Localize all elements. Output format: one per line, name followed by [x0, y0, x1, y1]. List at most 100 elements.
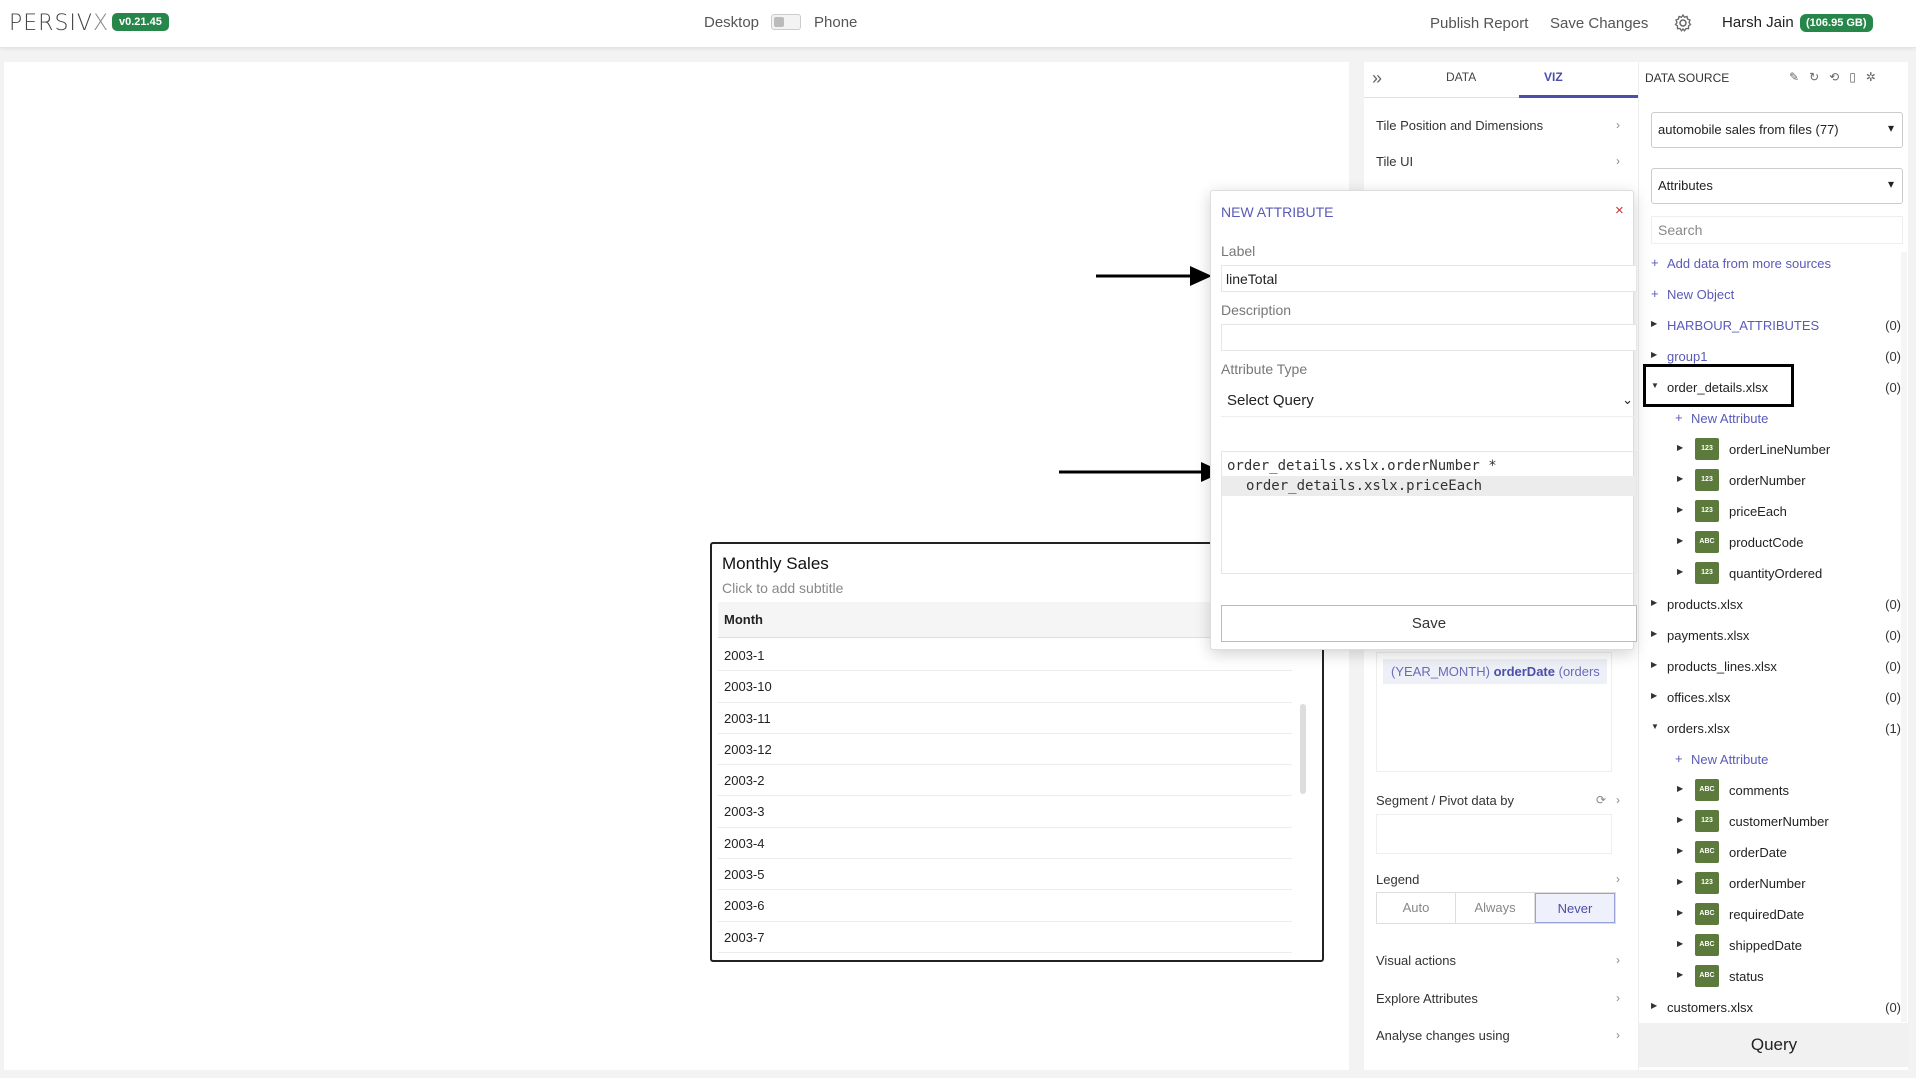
tile-position-row[interactable]: Tile Position and Dimensions › — [1376, 118, 1626, 133]
new-object-link[interactable]: + New Object — [1645, 283, 1901, 307]
tree-field[interactable]: ▶ 123 orderNumber — [1645, 872, 1901, 896]
device-toggle[interactable] — [771, 14, 801, 30]
gear-icon[interactable] — [1673, 13, 1693, 33]
table-row[interactable]: 2003-1 — [718, 640, 1292, 672]
new-attribute-modal: NEW ATTRIBUTE × Label lineTotal Descript… — [1210, 190, 1637, 650]
group-count: (0) — [1885, 1000, 1901, 1015]
tree-field[interactable]: ▶ ABC shippedDate — [1645, 934, 1901, 958]
device-phone-label[interactable]: Phone — [814, 14, 857, 31]
tree-group[interactable]: ▶ payments.xlsx (0) — [1645, 624, 1901, 648]
user-name[interactable]: Harsh Jain — [1722, 14, 1794, 31]
tree-field[interactable]: ▶ 123 orderNumber — [1645, 469, 1901, 493]
tree-field[interactable]: ▶ 123 customerNumber — [1645, 810, 1901, 834]
new-attribute-link[interactable]: + New Attribute — [1645, 748, 1901, 772]
tree-group[interactable]: ▶ HARBOUR_ATTRIBUTES (0) — [1645, 314, 1901, 338]
data-source-select[interactable]: automobile sales from files (77) ▾ — [1651, 112, 1903, 148]
sync-icon[interactable]: ⟲ — [1829, 70, 1849, 84]
query-editor[interactable]: order_details.xslx.orderNumber * order_d… — [1221, 451, 1637, 574]
tree-field[interactable]: ▶ ABC orderDate — [1645, 841, 1901, 865]
data-source-select-value: automobile sales from files (77) — [1658, 122, 1839, 137]
tree-group[interactable]: ▶ customers.xlsx (0) — [1645, 996, 1901, 1020]
report-canvas[interactable]: Monthly Sales Click to add subtitle Mont… — [4, 62, 1349, 1070]
file-icon[interactable]: ▯ — [1849, 70, 1866, 84]
table-row[interactable]: 2003-12 — [718, 734, 1292, 766]
tree-field[interactable]: ▶ ABC comments — [1645, 779, 1901, 803]
tree-group[interactable]: ▶ products.xlsx (0) — [1645, 593, 1901, 617]
numeric-type-icon: 123 — [1695, 810, 1719, 832]
tree-field[interactable]: ▶ 123 priceEach — [1645, 500, 1901, 524]
tile-subtitle[interactable]: Click to add subtitle — [722, 580, 843, 596]
tree-field[interactable]: ▶ ABC status — [1645, 965, 1901, 989]
tree-field[interactable]: ▶ ABC requiredDate — [1645, 903, 1901, 927]
tree-group[interactable]: ▼ orders.xlsx (1) — [1645, 717, 1901, 741]
attribute-type-dropdown[interactable]: Select Query ⌄ — [1221, 385, 1637, 417]
tree-field[interactable]: ▶ ABC productCode — [1645, 531, 1901, 555]
save-changes-button[interactable]: Save Changes — [1550, 15, 1648, 32]
table-row[interactable]: 2003-5 — [718, 859, 1292, 891]
caret-right-icon: ▶ — [1651, 350, 1658, 359]
segment-row[interactable]: Segment / Pivot data by ⟳ › — [1376, 793, 1626, 808]
active-tab-indicator — [1519, 95, 1638, 98]
group-count: (0) — [1885, 597, 1901, 612]
device-desktop-label[interactable]: Desktop — [704, 14, 759, 31]
legend-option-auto[interactable]: Auto — [1377, 893, 1456, 923]
publish-report-button[interactable]: Publish Report — [1430, 15, 1528, 32]
caret-right-icon: ▶ — [1651, 691, 1658, 700]
refresh-icon[interactable]: ⟳ — [1596, 793, 1606, 807]
group-by-box[interactable]: (YEAR_MONTH) orderDate (orders — [1376, 652, 1612, 772]
explore-attributes-row[interactable]: Explore Attributes › — [1376, 991, 1626, 1006]
tile-title[interactable]: Monthly Sales — [722, 554, 829, 574]
label-caption: Label — [1221, 243, 1256, 259]
table-row[interactable]: 2003-11 — [718, 703, 1292, 734]
new-attribute-label: New Attribute — [1691, 752, 1769, 767]
description-input[interactable] — [1221, 324, 1637, 351]
tile-position-label: Tile Position and Dimensions — [1376, 118, 1544, 133]
collapse-panel-icon[interactable]: » — [1372, 68, 1382, 89]
table-row[interactable]: 2003-2 — [718, 765, 1292, 797]
legend-option-never[interactable]: Never — [1535, 893, 1615, 923]
plus-icon: + — [1651, 255, 1659, 270]
tile-ui-row[interactable]: Tile UI › — [1376, 154, 1626, 169]
app-logo[interactable]: PERSIVX — [9, 11, 109, 36]
table-row[interactable]: 2003-10 — [718, 671, 1292, 703]
tab-viz[interactable]: VIZ — [1544, 70, 1563, 84]
chevron-right-icon: › — [1616, 118, 1620, 132]
table-row[interactable]: 2003-3 — [718, 796, 1292, 828]
save-button[interactable]: Save — [1221, 605, 1637, 642]
new-attribute-link[interactable]: + New Attribute — [1645, 407, 1901, 431]
refresh-icon[interactable]: ↻ — [1809, 70, 1829, 84]
tree-group[interactable]: ▶ offices.xlsx (0) — [1645, 686, 1901, 710]
edit-icon[interactable]: ✎ — [1789, 70, 1809, 84]
analyse-changes-row[interactable]: Analyse changes using › — [1376, 1028, 1626, 1043]
tile-scrollbar[interactable] — [1300, 704, 1306, 794]
table-row[interactable]: 2003-4 — [718, 828, 1292, 860]
tree-scrollbar[interactable] — [1901, 252, 1907, 1022]
field-name: orderLineNumber — [1729, 442, 1831, 457]
settings-icon[interactable]: ✲ — [1866, 70, 1886, 84]
caret-right-icon: ▶ — [1677, 536, 1684, 545]
query-button[interactable]: Query — [1639, 1023, 1909, 1067]
tree-field[interactable]: ▶ 123 orderLineNumber — [1645, 438, 1901, 462]
caret-right-icon: ▶ — [1651, 598, 1658, 607]
query-line-1: order_details.xslx.orderNumber * — [1227, 458, 1497, 474]
search-input[interactable]: Search — [1651, 216, 1903, 244]
table-row[interactable]: 2003-6 — [718, 890, 1292, 922]
legend-row[interactable]: Legend › — [1376, 872, 1626, 887]
column-header-month[interactable]: Month — [724, 612, 763, 627]
caret-right-icon: ▶ — [1677, 846, 1684, 855]
chevron-down-icon: ▾ — [1887, 121, 1894, 135]
orderdate-pill[interactable]: (YEAR_MONTH) orderDate (orders — [1383, 659, 1607, 684]
label-input[interactable]: lineTotal — [1221, 265, 1637, 292]
segment-drop-box[interactable] — [1376, 814, 1612, 854]
tab-data[interactable]: DATA — [1446, 70, 1476, 84]
legend-option-always[interactable]: Always — [1456, 893, 1535, 923]
attribute-type-select[interactable]: Attributes ▾ — [1651, 168, 1903, 204]
pill-field: orderDate — [1493, 664, 1555, 679]
field-name: productCode — [1729, 535, 1804, 550]
table-row[interactable]: 2003-7 — [718, 922, 1292, 953]
close-icon[interactable]: × — [1615, 202, 1624, 219]
visual-actions-row[interactable]: Visual actions › — [1376, 953, 1626, 968]
tree-group[interactable]: ▶ products_lines.xlsx (0) — [1645, 655, 1901, 679]
add-data-link[interactable]: + Add data from more sources — [1645, 252, 1901, 276]
tree-field[interactable]: ▶ 123 quantityOrdered — [1645, 562, 1901, 586]
